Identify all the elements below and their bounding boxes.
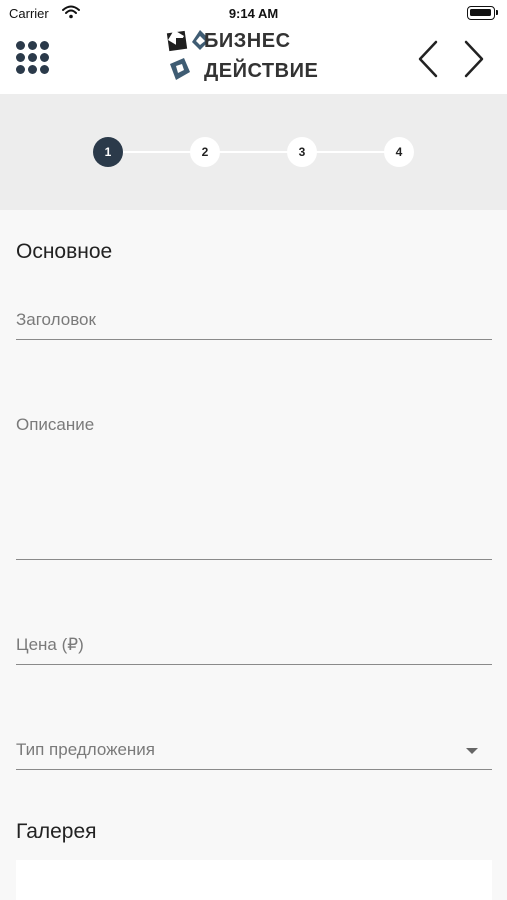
step-3[interactable]: 3 <box>287 137 317 167</box>
description-field-label: Описание <box>16 415 95 434</box>
chevron-left-icon[interactable] <box>414 38 444 80</box>
logo-text-line1: БИЗНЕС <box>204 30 291 52</box>
title-field-underline <box>16 339 492 340</box>
status-time: 9:14 AM <box>228 6 279 21</box>
price-field-underline <box>16 664 492 665</box>
description-field[interactable]: Описание <box>16 405 492 563</box>
brand-logo: БИЗНЕС ДЕЙСТВИЕ <box>164 28 339 88</box>
offer-type-select[interactable]: Тип предложения <box>16 730 492 772</box>
battery-fill <box>470 9 491 16</box>
step-progress: 1 2 3 4 <box>0 94 507 210</box>
step-1[interactable]: 1 <box>93 137 123 167</box>
price-field[interactable]: Цена (₽) <box>16 625 492 667</box>
chevron-down-icon <box>466 748 478 754</box>
grid-menu-icon[interactable] <box>14 40 52 78</box>
main-section-title: Основное <box>16 240 113 263</box>
title-field-label: Заголовок <box>16 310 96 329</box>
chevron-right-icon[interactable] <box>458 38 488 80</box>
price-field-label: Цена (₽) <box>16 635 84 654</box>
step-4[interactable]: 4 <box>384 137 414 167</box>
offer-type-underline <box>16 769 492 770</box>
step-connector <box>108 151 400 153</box>
battery-icon <box>467 6 498 20</box>
app-header: БИЗНЕС ДЕЙСТВИЕ <box>0 26 507 94</box>
status-bar: Carrier 9:14 AM <box>0 0 507 26</box>
title-field[interactable]: Заголовок <box>16 300 492 342</box>
offer-type-label: Тип предложения <box>16 740 156 759</box>
gallery-section-title: Галерея <box>16 820 97 843</box>
logo-text-line2: ДЕЙСТВИЕ <box>204 60 319 82</box>
description-field-underline <box>16 559 492 560</box>
gallery-upload-area[interactable] <box>16 860 492 900</box>
step-2[interactable]: 2 <box>190 137 220 167</box>
